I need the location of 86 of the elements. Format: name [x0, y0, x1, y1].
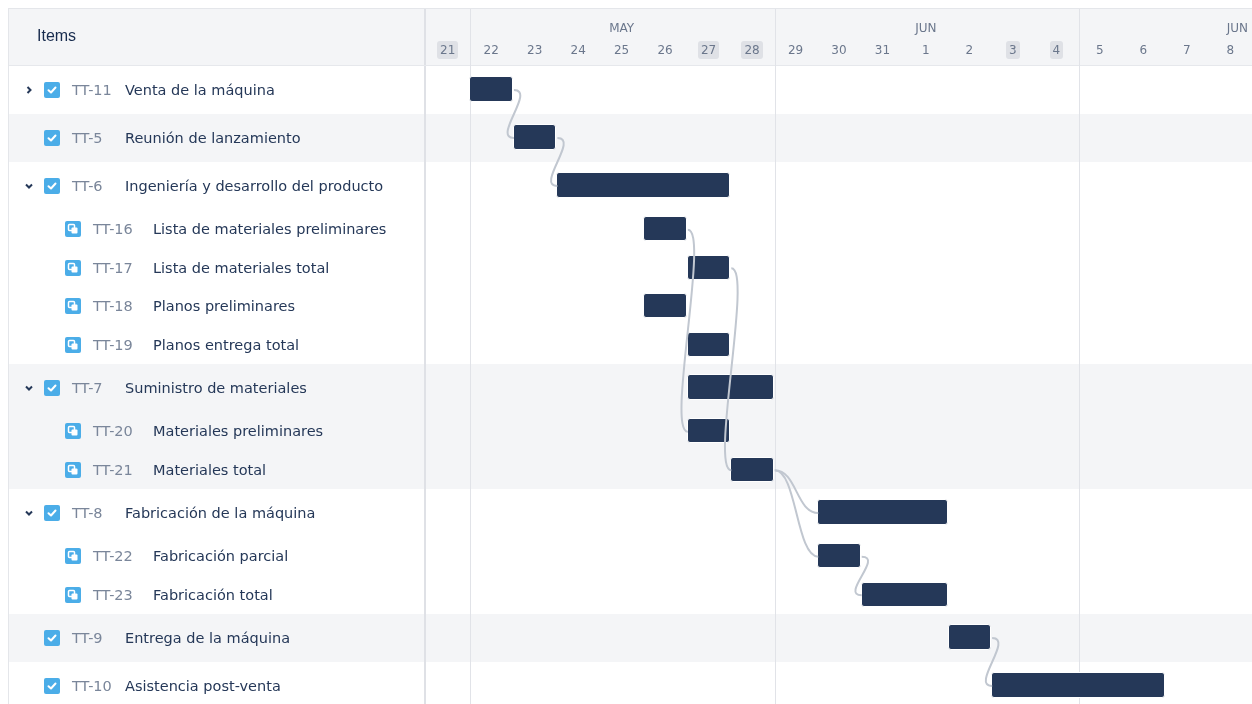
- day-label: 22: [482, 42, 500, 59]
- checkbox-icon: [44, 505, 60, 521]
- day-label: 2: [964, 42, 975, 59]
- task-bar[interactable]: [817, 499, 948, 525]
- issue-title[interactable]: Materiales total: [153, 461, 267, 478]
- subtask-icon: [65, 336, 81, 353]
- day-label: 29: [786, 42, 805, 59]
- issue-key[interactable]: TT-23: [93, 586, 153, 603]
- subtask-icon: [65, 461, 81, 478]
- issue-title[interactable]: Lista de materiales total: [153, 259, 330, 276]
- checkbox-icon: [44, 178, 60, 194]
- day-label: 28: [741, 41, 763, 59]
- task-bar[interactable]: [469, 76, 513, 102]
- subtask-icon: [65, 221, 81, 238]
- chevron-down-icon[interactable]: [24, 181, 34, 191]
- subtask-icon: [65, 586, 81, 603]
- issue-key[interactable]: TT-17: [93, 259, 153, 276]
- day-label: 23: [526, 42, 544, 59]
- issue-title[interactable]: Reunión de lanzamiento: [125, 130, 301, 146]
- chevron-down-icon[interactable]: [24, 383, 34, 393]
- day-label: 1: [921, 42, 931, 59]
- task-bar[interactable]: [947, 624, 992, 650]
- day-label: 8: [1225, 42, 1236, 59]
- issue-title[interactable]: Entrega de la máquina: [125, 630, 291, 646]
- issue-title[interactable]: Venta de la máquina: [125, 82, 275, 98]
- dependency-line: [550, 137, 565, 187]
- day-label: 4: [1049, 41, 1064, 59]
- checkbox-icon: [44, 630, 60, 646]
- day-label: 26: [656, 42, 674, 59]
- issue-title[interactable]: Fabricación de la máquina: [125, 505, 316, 521]
- checkbox-icon: [44, 130, 60, 146]
- issue-title[interactable]: Lista de materiales preliminares: [153, 221, 387, 238]
- month-label: MAY: [609, 21, 635, 35]
- subtask-icon: [65, 423, 81, 440]
- dependency-line: [854, 555, 869, 597]
- day-label: 6: [1138, 42, 1149, 59]
- day-label: 30: [830, 42, 848, 59]
- month-label: JUN: [1226, 21, 1248, 35]
- issue-key[interactable]: TT-18: [93, 298, 153, 315]
- issue-title[interactable]: Fabricación total: [153, 586, 273, 603]
- day-label: 3: [1006, 41, 1020, 59]
- issue-key[interactable]: TT-10: [72, 678, 125, 694]
- issue-title[interactable]: Planos entrega total: [153, 336, 300, 353]
- task-bar[interactable]: [686, 418, 731, 444]
- checkbox-icon: [44, 380, 60, 396]
- dependency-line: [984, 637, 1000, 687]
- task-bar[interactable]: [686, 374, 774, 400]
- day-label: 25: [612, 42, 631, 59]
- column-heading: Items: [37, 27, 77, 44]
- issue-title[interactable]: Asistencia post-venta: [125, 678, 281, 694]
- month-label: JUN: [915, 21, 937, 35]
- task-bar[interactable]: [991, 672, 1166, 698]
- checkbox-icon: [44, 82, 60, 98]
- issue-key[interactable]: TT-8: [72, 505, 125, 521]
- day-label: 27: [697, 41, 720, 59]
- issue-key[interactable]: TT-22: [93, 548, 153, 565]
- task-bar[interactable]: [686, 331, 731, 357]
- task-bar[interactable]: [556, 172, 731, 198]
- task-bar[interactable]: [686, 254, 731, 280]
- task-bar[interactable]: [643, 293, 687, 319]
- issue-title[interactable]: Planos preliminares: [153, 298, 296, 315]
- subtask-icon: [65, 298, 81, 315]
- day-label: 5: [1095, 42, 1105, 59]
- task-bar[interactable]: [817, 543, 861, 569]
- day-label: 7: [1181, 42, 1192, 59]
- task-bar[interactable]: [512, 124, 557, 150]
- issue-key[interactable]: TT-11: [72, 82, 125, 98]
- issue-title[interactable]: Ingeniería y desarrollo del producto: [125, 178, 384, 194]
- issue-title[interactable]: Materiales preliminares: [153, 423, 324, 440]
- issue-title[interactable]: Suministro de materiales: [125, 380, 307, 396]
- subtask-icon: [65, 259, 81, 276]
- chevron-down-icon[interactable]: [24, 508, 34, 518]
- day-label: 24: [569, 42, 587, 59]
- chevron-right-icon[interactable]: [24, 85, 34, 95]
- day-label: 31: [873, 42, 892, 59]
- issue-title[interactable]: Fabricación parcial: [153, 548, 289, 565]
- issue-key[interactable]: TT-6: [72, 178, 125, 194]
- task-bar[interactable]: [730, 456, 774, 482]
- task-bar[interactable]: [860, 581, 948, 607]
- issue-key[interactable]: TT-19: [93, 336, 153, 353]
- day-label: 21: [437, 41, 459, 59]
- issue-key[interactable]: TT-16: [93, 221, 153, 238]
- task-bar[interactable]: [643, 216, 687, 242]
- subtask-icon: [65, 548, 81, 565]
- dependency-line: [506, 89, 522, 139]
- checkbox-icon: [44, 678, 60, 694]
